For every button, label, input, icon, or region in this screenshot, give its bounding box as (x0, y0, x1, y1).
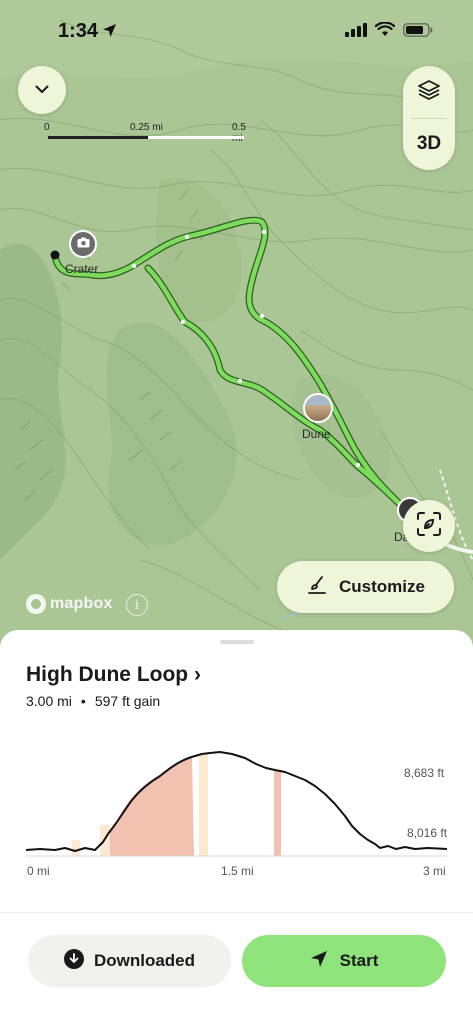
action-bar: Downloaded Start (0, 912, 473, 1024)
download-check-icon (63, 948, 84, 974)
distance-start-label: 0 mi (27, 864, 50, 878)
sheet-grabber[interactable] (220, 640, 254, 644)
scale-label-mid: 0.25 mi (130, 122, 163, 133)
grade-segment-steep (274, 770, 281, 856)
start-label: Start (339, 951, 379, 970)
trail-distance: 3.00 mi (26, 693, 72, 709)
scale-bar-fill (48, 136, 148, 139)
customize-button[interactable]: Customize (277, 561, 454, 613)
downloaded-label: Downloaded (93, 951, 196, 970)
layers-icon (417, 79, 441, 106)
mapbox-wordmark: mapbox (50, 595, 113, 612)
distance-end-label: 3 mi (423, 864, 446, 878)
waypoint-crater-marker[interactable] (69, 230, 97, 258)
waypoint-dune-marker[interactable] (303, 393, 333, 423)
scale-label-end: 0.5 mi (232, 122, 246, 144)
elevation-min-label: 8,016 ft (407, 826, 448, 840)
mapbox-icon (26, 594, 46, 614)
status-time: 1:34 (58, 20, 99, 42)
photo-thumbnail-icon (305, 395, 331, 421)
trail-title-link[interactable]: High Dune Loop › (26, 663, 201, 687)
map-controls: 3D (403, 66, 455, 170)
view-3d-button[interactable]: 3D (403, 118, 455, 170)
collapse-button[interactable] (18, 66, 66, 114)
status-bar: 1:34 (0, 0, 473, 60)
focus-route-icon (416, 511, 442, 542)
grade-segment-steep (110, 756, 194, 856)
trail-stats: 3.00 mi • 597 ft gain (26, 693, 160, 709)
brush-icon (307, 575, 327, 600)
scale-label-0: 0 (44, 122, 50, 133)
wifi-icon (374, 21, 396, 42)
trail-gain: 597 ft gain (94, 693, 161, 709)
info-icon[interactable]: i (126, 594, 148, 616)
customize-label: Customize (339, 577, 425, 596)
cellular-signal-icon (345, 22, 367, 42)
recenter-button[interactable] (403, 500, 455, 552)
location-arrow-icon (102, 23, 117, 43)
grade-segment-moderate (72, 840, 80, 856)
chevron-down-icon (35, 81, 49, 99)
elevation-max-label: 8,683 ft (404, 766, 445, 780)
start-button[interactable]: Start (242, 935, 446, 987)
trail-title: High Dune Loop (26, 663, 189, 686)
waypoint-crater-label: Crater (65, 262, 99, 276)
battery-icon (403, 22, 433, 42)
mapbox-logo[interactable]: mapbox (26, 594, 113, 614)
camera-icon (77, 235, 90, 253)
stats-separator: • (80, 693, 86, 709)
view-3d-label: 3D (416, 133, 442, 154)
waypoint-dune-label: Dune (302, 427, 331, 441)
elevation-line (25, 751, 448, 852)
downloaded-button[interactable]: Downloaded (28, 935, 231, 987)
map-scale-bar: 0 0.25 mi 0.5 mi (44, 122, 248, 144)
grade-segment-moderate (199, 754, 208, 856)
navigation-arrow-icon (310, 950, 328, 973)
distance-mid-label: 1.5 mi (221, 864, 254, 878)
chevron-right-icon: › (193, 663, 201, 686)
layers-button[interactable] (403, 66, 455, 118)
elevation-profile[interactable]: 8,683 ft 8,016 ft 0 mi 1.5 mi 3 mi (0, 730, 473, 890)
